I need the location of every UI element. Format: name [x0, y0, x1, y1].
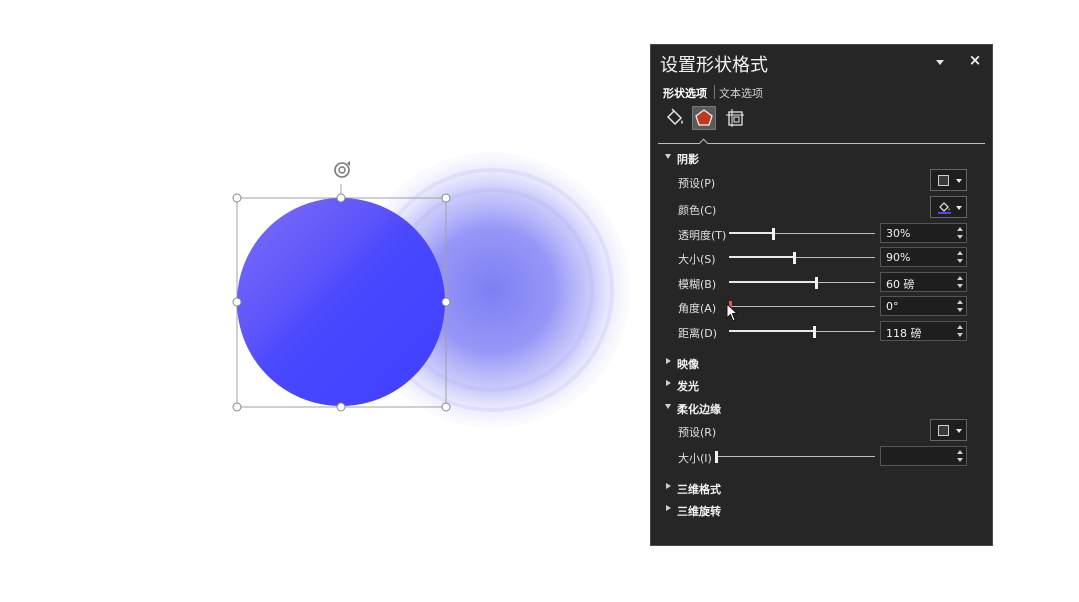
expanded-triangle-icon [665, 154, 671, 159]
chevron-down-icon [956, 206, 962, 210]
section-3d-rotation-header[interactable]: 三维旋转 [665, 503, 721, 519]
shadow-angle-label: 角度(A) [678, 302, 717, 315]
pane-options-chevron-down-icon[interactable] [934, 55, 948, 69]
rotate-handle-icon[interactable] [334, 161, 350, 178]
tab-shape-options[interactable]: 形状选项 [663, 85, 707, 101]
shadow-distance-spinner[interactable]: 118 磅 [880, 321, 967, 341]
resize-handle-top-right[interactable] [441, 193, 451, 203]
shadow-color-dropdown[interactable] [930, 196, 967, 218]
mouse-pointer-icon [726, 303, 739, 322]
shadow-transparency-spinner[interactable]: 30% [880, 223, 967, 243]
shadow-transparency-label: 透明度(T) [678, 229, 727, 242]
tab-divider [714, 85, 715, 99]
collapsed-triangle-icon [666, 380, 671, 386]
circle-shape[interactable] [237, 198, 445, 406]
category-indicator [698, 138, 709, 149]
shadow-distance-slider[interactable] [729, 326, 875, 338]
collapsed-triangle-icon [666, 483, 671, 489]
expanded-triangle-icon [665, 404, 671, 409]
soft-edges-size-slider[interactable] [715, 451, 875, 463]
fill-bucket-icon [938, 202, 951, 214]
shadow-size-slider[interactable] [729, 252, 875, 264]
section-reflection-header[interactable]: 映像 [665, 356, 699, 372]
shadow-size-label: 大小(S) [678, 253, 716, 266]
shadow-blur-spinner[interactable]: 60 磅 [880, 272, 967, 292]
shadow-preset-label: 预设(P) [678, 177, 716, 190]
soft-edges-preset-dropdown[interactable] [930, 419, 967, 441]
tab-text-options[interactable]: 文本选项 [719, 85, 763, 101]
shadow-blur-label: 模糊(B) [678, 278, 717, 291]
soft-edges-size-spinner[interactable] [880, 446, 967, 466]
collapsed-triangle-icon [666, 505, 671, 511]
resize-handle-left[interactable] [232, 297, 242, 307]
section-soft-edges-header[interactable]: 柔化边缘 [665, 401, 721, 417]
section-3d-format-header[interactable]: 三维格式 [665, 481, 721, 497]
effects-icon[interactable] [692, 106, 716, 130]
shadow-preset-dropdown[interactable] [930, 169, 967, 191]
shape-render [232, 152, 630, 428]
soft-edges-preset-label: 预设(R) [678, 426, 717, 439]
resize-handle-right[interactable] [441, 297, 451, 307]
shadow-color-label: 颜色(C) [678, 204, 717, 217]
shadow-blur-slider[interactable] [729, 277, 875, 289]
soft-edges-size-label: 大小(I) [678, 452, 712, 465]
resize-handle-top-left[interactable] [232, 193, 242, 203]
shadow-transparency-slider[interactable] [729, 228, 875, 240]
resize-handle-bottom[interactable] [336, 402, 346, 412]
shadow-angle-slider[interactable] [729, 301, 875, 313]
collapsed-triangle-icon [666, 358, 671, 364]
fill-line-icon[interactable] [663, 106, 687, 130]
chevron-down-icon [956, 179, 962, 183]
format-shape-pane: 设置形状格式 × 形状选项 文本选项 阴影 预设(P) 颜色(C) 透明度(T)… [650, 44, 993, 546]
section-glow-header[interactable]: 发光 [665, 378, 699, 394]
resize-handle-bottom-right[interactable] [441, 402, 451, 412]
shadow-distance-label: 距离(D) [678, 327, 718, 340]
size-properties-icon[interactable] [723, 106, 747, 130]
pane-title: 设置形状格式 [660, 55, 768, 76]
slide-canvas [0, 0, 640, 602]
chevron-down-icon [956, 429, 962, 433]
shadow-angle-spinner[interactable]: 0° [880, 296, 967, 316]
preset-swatch-icon [938, 175, 949, 186]
shadow-size-spinner[interactable]: 90% [880, 247, 967, 267]
pane-close-icon[interactable]: × [967, 51, 983, 69]
resize-handle-top[interactable] [336, 193, 346, 203]
resize-handle-bottom-left[interactable] [232, 402, 242, 412]
preset-swatch-icon [938, 425, 949, 436]
section-shadow-header[interactable]: 阴影 [665, 151, 699, 167]
